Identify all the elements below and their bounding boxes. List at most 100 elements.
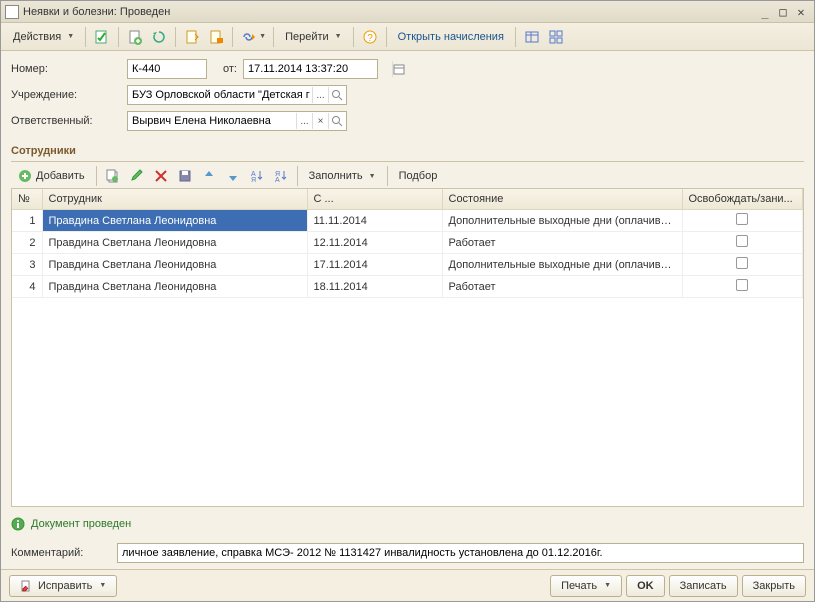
cell-state: Работает [442, 276, 682, 298]
date-input[interactable] [246, 60, 392, 78]
table-row[interactable]: 3Правдина Светлана Леонидовна17.11.2014Д… [12, 254, 803, 276]
new-icon-button[interactable] [124, 26, 146, 48]
col-employee[interactable]: Сотрудник [42, 189, 307, 210]
maximize-button[interactable]: □ [774, 5, 792, 19]
employees-table[interactable]: № Сотрудник С ... Состояние Освобождать/… [11, 188, 804, 507]
fill-label: Заполнить [309, 170, 363, 182]
select-label: Подбор [399, 170, 438, 182]
resp-input[interactable] [130, 112, 296, 130]
col-num[interactable]: № [12, 189, 42, 210]
minimize-button[interactable]: _ [756, 5, 774, 19]
toolbar-separator [232, 27, 233, 47]
doc1-icon-button[interactable] [181, 26, 203, 48]
move-down-button[interactable] [222, 165, 244, 187]
cell-release[interactable] [682, 276, 803, 298]
status-text: Документ проведен [31, 518, 131, 530]
cell-release[interactable] [682, 232, 803, 254]
move-up-button[interactable] [198, 165, 220, 187]
comment-label: Комментарий: [11, 547, 111, 559]
svg-text:А: А [275, 177, 280, 184]
col-release[interactable]: Освобождать/зани... [682, 189, 803, 210]
ok-button[interactable]: OK [626, 575, 665, 597]
cell-from: 11.11.2014 [307, 210, 442, 232]
date-field[interactable] [243, 59, 378, 79]
add-row-button[interactable]: Добавить [11, 165, 91, 187]
comment-field[interactable] [117, 543, 804, 563]
svg-text:Я: Я [251, 177, 256, 184]
sort-desc-button[interactable]: ЯА [270, 165, 292, 187]
delete-row-button[interactable] [150, 165, 172, 187]
open-calculations-link[interactable]: Открыть начисления [392, 26, 510, 48]
clear-icon[interactable]: × [312, 113, 328, 129]
col-from[interactable]: С ... [307, 189, 442, 210]
actions-label: Действия [13, 31, 61, 43]
info-icon [11, 517, 25, 531]
checkbox-icon[interactable] [736, 279, 748, 291]
table-row[interactable]: 1Правдина Светлана Леонидовна11.11.2014Д… [12, 210, 803, 232]
chevron-down-icon: ▼ [67, 33, 74, 40]
table-row[interactable]: 2Правдина Светлана Леонидовна12.11.2014Р… [12, 232, 803, 254]
post-icon-button[interactable] [91, 26, 113, 48]
cell-from: 12.11.2014 [307, 232, 442, 254]
layout2-icon-button[interactable] [545, 26, 567, 48]
add-row-label: Добавить [36, 170, 85, 182]
write-button[interactable]: Записать [669, 575, 738, 597]
from-label: от: [223, 63, 237, 75]
doc2-icon-button[interactable] [205, 26, 227, 48]
copy-row-button[interactable] [102, 165, 124, 187]
help-icon-button[interactable]: ? [359, 26, 381, 48]
employees-section-title: Сотрудники [11, 141, 804, 162]
cell-state: Работает [442, 232, 682, 254]
fill-menu[interactable]: Заполнить ▼ [303, 165, 382, 187]
cell-release[interactable] [682, 210, 803, 232]
layout1-icon-button[interactable] [521, 26, 543, 48]
org-label: Учреждение: [11, 89, 121, 101]
cell-employee: Правдина Светлана Леонидовна [42, 210, 307, 232]
chevron-down-icon: ▼ [259, 33, 266, 40]
toolbar-separator [118, 27, 119, 47]
cell-employee: Правдина Светлана Леонидовна [42, 276, 307, 298]
select-dots-icon[interactable]: ... [296, 113, 312, 129]
calendar-icon[interactable] [392, 61, 405, 77]
select-dots-icon[interactable]: ... [312, 87, 328, 103]
number-label: Номер: [11, 63, 121, 75]
cell-employee: Правдина Светлана Леонидовна [42, 232, 307, 254]
fix-button[interactable]: Исправить ▼ [9, 575, 117, 597]
org-input[interactable] [130, 86, 312, 104]
checkbox-icon[interactable] [736, 213, 748, 225]
link-icon-button[interactable]: ▼ [238, 26, 268, 48]
save-icon-button[interactable] [174, 165, 196, 187]
org-field[interactable]: ... [127, 85, 347, 105]
main-toolbar: Действия ▼ ▼ Перейти ▼ ? Открыть начисле… [1, 23, 814, 51]
cell-num: 2 [12, 232, 42, 254]
checkbox-icon[interactable] [736, 235, 748, 247]
status-row: Документ проведен [1, 511, 814, 537]
cell-from: 17.11.2014 [307, 254, 442, 276]
resp-field[interactable]: ... × [127, 111, 347, 131]
document-icon [5, 5, 19, 19]
resp-label: Ответственный: [11, 115, 121, 127]
go-menu[interactable]: Перейти ▼ [279, 26, 348, 48]
print-button[interactable]: Печать ▼ [550, 575, 622, 597]
form-header: Номер: от: Учреждение: ... Ответственный… [1, 51, 814, 141]
toolbar-separator [85, 27, 86, 47]
col-state[interactable]: Состояние [442, 189, 682, 210]
checkbox-icon[interactable] [736, 257, 748, 269]
edit-row-button[interactable] [126, 165, 148, 187]
lookup-icon[interactable] [328, 113, 344, 129]
toolbar-separator [353, 27, 354, 47]
svg-text:?: ? [367, 33, 373, 44]
select-employees-button[interactable]: Подбор [393, 165, 444, 187]
toolbar-separator [387, 166, 388, 186]
cell-employee: Правдина Светлана Леонидовна [42, 254, 307, 276]
actions-menu[interactable]: Действия ▼ [7, 26, 80, 48]
close-button[interactable]: ✕ [792, 5, 810, 19]
sort-asc-button[interactable]: АЯ [246, 165, 268, 187]
number-field[interactable] [127, 59, 207, 79]
close-form-button[interactable]: Закрыть [742, 575, 806, 597]
refresh-icon-button[interactable] [148, 26, 170, 48]
table-row[interactable]: 4Правдина Светлана Леонидовна18.11.2014Р… [12, 276, 803, 298]
cell-release[interactable] [682, 254, 803, 276]
comment-input[interactable] [120, 544, 801, 562]
lookup-icon[interactable] [328, 87, 344, 103]
